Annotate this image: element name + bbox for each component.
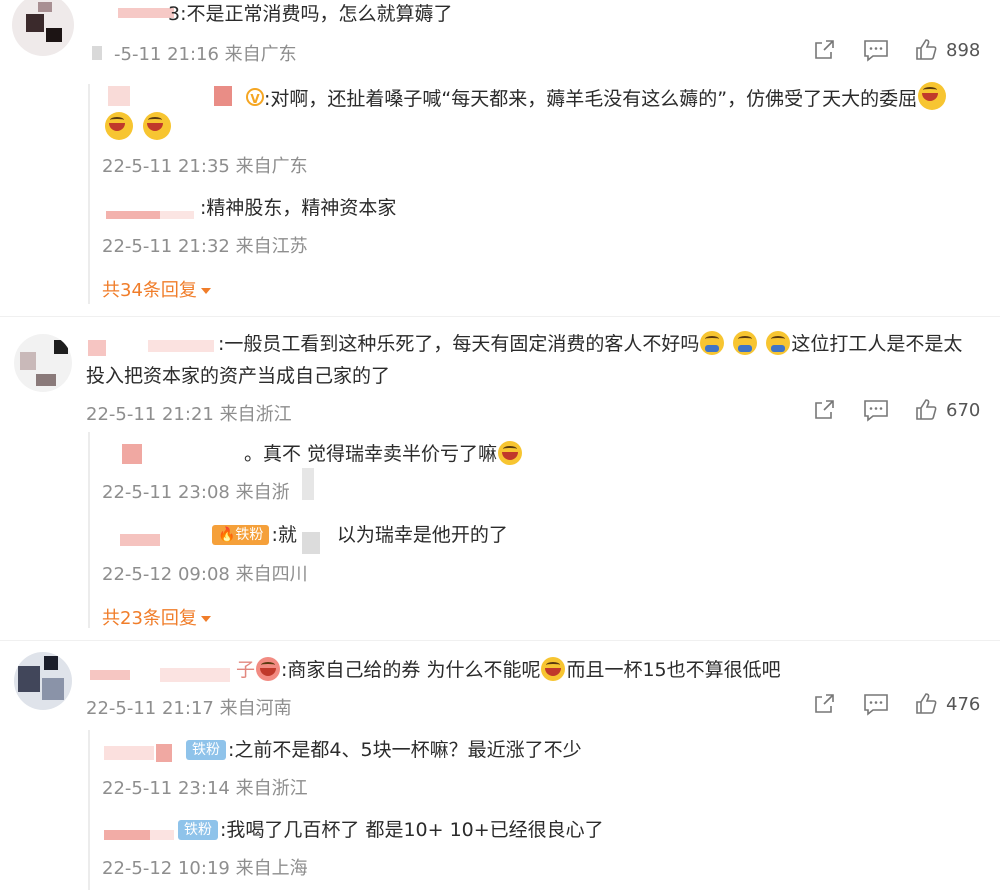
view-replies-link[interactable]: 共23条回复	[102, 604, 211, 630]
reply-meta: 22-5-11 21:32 来自江苏	[102, 236, 308, 257]
like-count: 898	[946, 39, 981, 61]
view-replies-label: 共23条回复	[102, 608, 197, 629]
reply-text: 觉得瑞幸卖半价亏了嘛	[307, 443, 498, 465]
comment-text: 这位打工人是不是太	[791, 333, 963, 355]
like-count: 670	[946, 399, 981, 421]
verified-badge: V	[246, 88, 264, 106]
username-redacted	[160, 668, 230, 682]
username-redacted[interactable]	[90, 670, 130, 680]
username-redacted[interactable]	[108, 86, 130, 106]
grin-emoji	[700, 331, 725, 355]
comment-meta: 22-5-11 21:17 来自河南	[86, 698, 292, 719]
reply-text: :精神股东，精神资本家	[200, 197, 397, 219]
divider	[0, 316, 1000, 317]
username-redacted[interactable]	[118, 8, 174, 18]
like-count: 476	[946, 693, 981, 715]
fan-badge: 铁粉	[186, 740, 226, 760]
share-button[interactable]	[812, 38, 836, 62]
avatar[interactable]	[14, 652, 72, 710]
username-redacted	[148, 340, 214, 352]
reply-text: 。真不	[244, 443, 302, 465]
share-button[interactable]	[812, 692, 836, 716]
share-icon	[815, 400, 834, 419]
reply-meta: 22-5-12 10:19 来自上海	[102, 858, 308, 879]
reply-meta: 22-5-11 23:14 来自浙江	[102, 778, 308, 799]
username-redacted	[150, 830, 174, 840]
reply-divider	[88, 84, 90, 304]
comment-button[interactable]	[863, 38, 889, 62]
share-icon	[815, 40, 834, 59]
avatar[interactable]	[14, 334, 72, 392]
username-redacted[interactable]	[88, 340, 106, 356]
comment-text: :商家自己给的券 为什么不能呢	[281, 659, 541, 681]
divider	[0, 640, 1000, 641]
chevron-down-icon	[200, 288, 211, 294]
fan-badge: 🔥铁粉	[212, 525, 270, 545]
like-icon	[916, 693, 937, 714]
comment-text: :不是正常消费吗，怎么就算薅了	[180, 3, 453, 25]
reply-divider	[88, 432, 90, 628]
fan-badge: 铁粉	[178, 820, 218, 840]
comment-text: 而且一杯15也不算很低吧	[566, 659, 781, 681]
username-redacted[interactable]	[122, 444, 142, 464]
reply-text: 以为瑞幸是他开的了	[336, 524, 508, 546]
comment-meta: -5-11 21:16 来自广东	[114, 44, 297, 65]
avatar[interactable]	[12, 0, 74, 56]
username-redacted[interactable]	[120, 534, 160, 546]
heart-eyes-emoji	[256, 657, 281, 681]
like-button[interactable]: 670	[914, 398, 980, 422]
redacted-block	[302, 468, 314, 500]
username-redacted	[214, 86, 232, 106]
comment-icon	[864, 694, 888, 716]
username-redacted	[92, 46, 102, 60]
redacted-block	[302, 532, 320, 554]
username-redacted	[156, 744, 172, 762]
grin-emoji	[766, 331, 791, 355]
comment-meta: 22-5-11 21:21 来自浙江	[86, 404, 292, 425]
reply-text: :之前不是都4、5块一杯嘛？最近涨了不少	[228, 739, 582, 761]
username-tail[interactable]: 子	[236, 659, 255, 681]
laugh-emoji	[105, 112, 133, 140]
share-button[interactable]	[812, 398, 836, 422]
sweat-emoji	[541, 657, 566, 681]
username-redacted	[160, 211, 194, 219]
reply-text: :就	[271, 524, 297, 546]
comment-button[interactable]	[863, 398, 889, 422]
comment-button[interactable]	[863, 692, 889, 716]
reply-text: :我喝了几百杯了 都是10+ 10+已经很良心了	[220, 819, 604, 841]
like-icon	[916, 39, 937, 60]
reply-meta: 22-5-12 09:08 来自四川	[102, 564, 308, 585]
reply-divider	[88, 730, 90, 890]
like-icon	[916, 399, 937, 420]
username-redacted[interactable]	[104, 830, 150, 840]
comment-icon	[864, 400, 888, 422]
reply-meta: 22-5-11 21:35 来自广东	[102, 156, 308, 177]
username-redacted[interactable]	[106, 211, 160, 219]
laugh-emoji	[918, 82, 947, 110]
comment-text: :一般员工看到这种乐死了，每天有固定消费的客人不好吗	[218, 333, 700, 355]
view-replies-link[interactable]: 共34条回复	[102, 276, 211, 302]
username-redacted[interactable]	[104, 746, 154, 760]
laugh-emoji	[498, 441, 523, 465]
comment-text: 投入把资本家的资产当成自己家的了	[86, 365, 391, 387]
reply-text: :对啊，还扯着嗓子喊“每天都来，薅羊毛没有这么薅的”，仿佛受了天大的委屈	[264, 88, 918, 110]
reply-meta: 22-5-11 23:08 来自浙	[102, 482, 290, 503]
comment-icon	[864, 40, 888, 62]
share-icon	[815, 694, 834, 713]
view-replies-label: 共34条回复	[102, 280, 197, 301]
username-tail[interactable]: 3	[168, 3, 180, 25]
like-button[interactable]: 476	[914, 692, 980, 716]
laugh-emoji	[143, 112, 172, 140]
grin-emoji	[733, 331, 758, 355]
like-button[interactable]: 898	[914, 38, 980, 62]
chevron-down-icon	[200, 616, 211, 622]
